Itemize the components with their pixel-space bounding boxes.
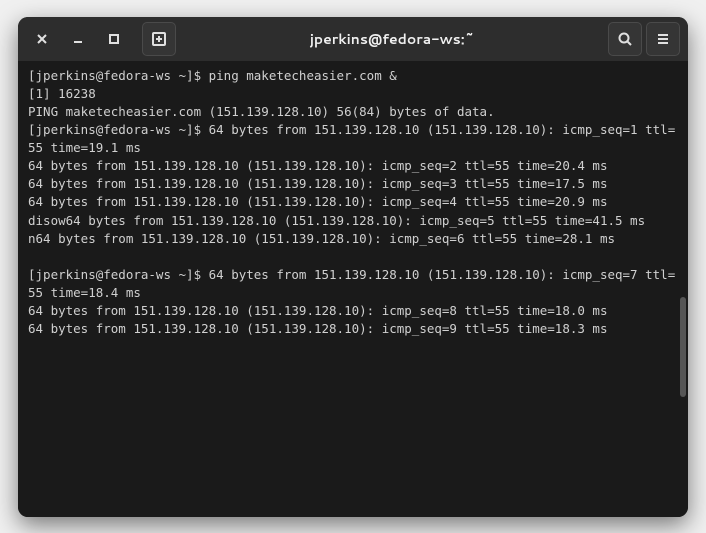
header-actions [608,22,680,56]
minimize-button[interactable] [62,23,94,55]
shell-prompt: [jperkins@fedora-ws ~]$ [28,122,209,137]
close-button[interactable] [26,23,58,55]
shell-prompt: [jperkins@fedora-ws ~]$ [28,267,209,282]
maximize-icon [106,31,122,47]
new-tab-button[interactable] [142,22,176,56]
close-icon [34,31,50,47]
terminal-line: 64 bytes from 151.139.128.10 (151.139.12… [28,175,678,193]
command-text: ping maketecheasier.com & [209,68,397,83]
terminal-line: 64 bytes from 151.139.128.10 (151.139.12… [28,320,678,338]
minimize-icon [70,31,86,47]
terminal-line: PING maketecheasier.com (151.139.128.10)… [28,103,678,121]
terminal-window: jperkins@fedora-ws:~ [jperkins@fedora-ws… [18,17,688,517]
scrollbar-thumb[interactable] [680,297,686,397]
menu-button[interactable] [646,22,680,56]
terminal-line: disow64 bytes from 151.139.128.10 (151.1… [28,212,678,230]
search-icon [617,31,633,47]
terminal-line: 64 bytes from 151.139.128.10 (151.139.12… [28,302,678,320]
terminal-line [28,248,678,266]
titlebar: jperkins@fedora-ws:~ [18,17,688,61]
terminal-line: [jperkins@fedora-ws ~]$ 64 bytes from 15… [28,266,678,302]
shell-prompt: [jperkins@fedora-ws ~]$ [28,68,209,83]
terminal-output[interactable]: [jperkins@fedora-ws ~]$ ping maketecheas… [18,61,688,517]
maximize-button[interactable] [98,23,130,55]
search-button[interactable] [608,22,642,56]
terminal-line: 64 bytes from 151.139.128.10 (151.139.12… [28,193,678,211]
terminal-line: n64 bytes from 151.139.128.10 (151.139.1… [28,230,678,248]
hamburger-icon [655,31,671,47]
terminal-line: [1] 16238 [28,85,678,103]
new-tab-icon [150,30,168,48]
window-controls [26,22,176,56]
terminal-line: [jperkins@fedora-ws ~]$ 64 bytes from 15… [28,121,678,157]
terminal-line: [jperkins@fedora-ws ~]$ ping maketecheas… [28,67,678,85]
window-title: jperkins@fedora-ws:~ [180,29,604,49]
terminal-line: 64 bytes from 151.139.128.10 (151.139.12… [28,157,678,175]
